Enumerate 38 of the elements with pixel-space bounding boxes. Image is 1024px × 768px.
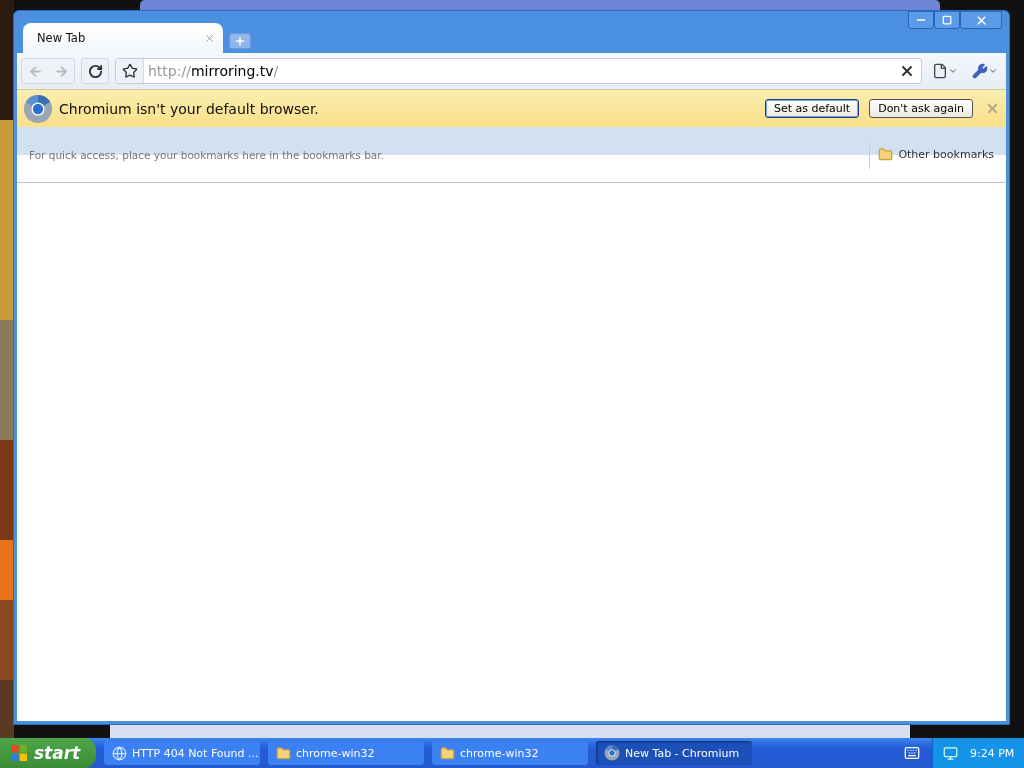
reload-icon [87, 63, 103, 79]
maximize-button[interactable] [934, 11, 960, 29]
taskbar-button[interactable]: chrome-win32 [268, 741, 424, 765]
close-icon [974, 13, 988, 27]
forward-icon [53, 63, 69, 79]
folder-icon [878, 147, 894, 162]
caret-icon [988, 66, 998, 76]
chromium-logo-icon [604, 745, 620, 761]
caret-icon [948, 66, 958, 76]
infobar-button[interactable]: Don't ask again [869, 99, 973, 118]
reload-button[interactable] [81, 58, 109, 84]
taskbar-button[interactable]: HTTP 404 Not Found ... [104, 741, 260, 765]
globe-icon [112, 745, 127, 761]
infobar-button[interactable]: Set as default [764, 99, 860, 118]
other-bookmarks-button[interactable]: Other bookmarks [869, 140, 994, 169]
wrench-icon [972, 63, 988, 79]
page-icon [932, 63, 948, 79]
folder-icon [440, 745, 455, 761]
taskbar-button[interactable]: chrome-win32 [432, 741, 588, 765]
chromium-logo-icon [23, 93, 53, 124]
minimize-button[interactable] [908, 11, 934, 29]
plus-icon [234, 35, 246, 47]
address-field[interactable]: http://mirroring.tv/ [115, 58, 922, 84]
start-button[interactable]: start [0, 738, 96, 768]
bookmarks-hint: For quick access, place your bookmarks here in the bookmarks bar. [29, 148, 385, 161]
clock: 9:24 PM [970, 746, 1015, 760]
monitor-icon[interactable] [943, 745, 958, 761]
close-icon[interactable] [899, 63, 915, 79]
taskbar-button[interactable]: New Tab - Chromium [596, 741, 752, 765]
back-icon [27, 63, 43, 79]
windows-logo-icon [10, 744, 28, 762]
new-tab-button[interactable] [229, 33, 251, 49]
close-button[interactable] [960, 11, 1002, 29]
tab[interactable]: New Tab [23, 23, 223, 53]
maximize-icon [942, 15, 952, 25]
keyboard-icon[interactable] [904, 745, 920, 761]
infobar-message: Chromium isn't your default browser. [59, 100, 320, 117]
folder-icon [276, 745, 291, 761]
